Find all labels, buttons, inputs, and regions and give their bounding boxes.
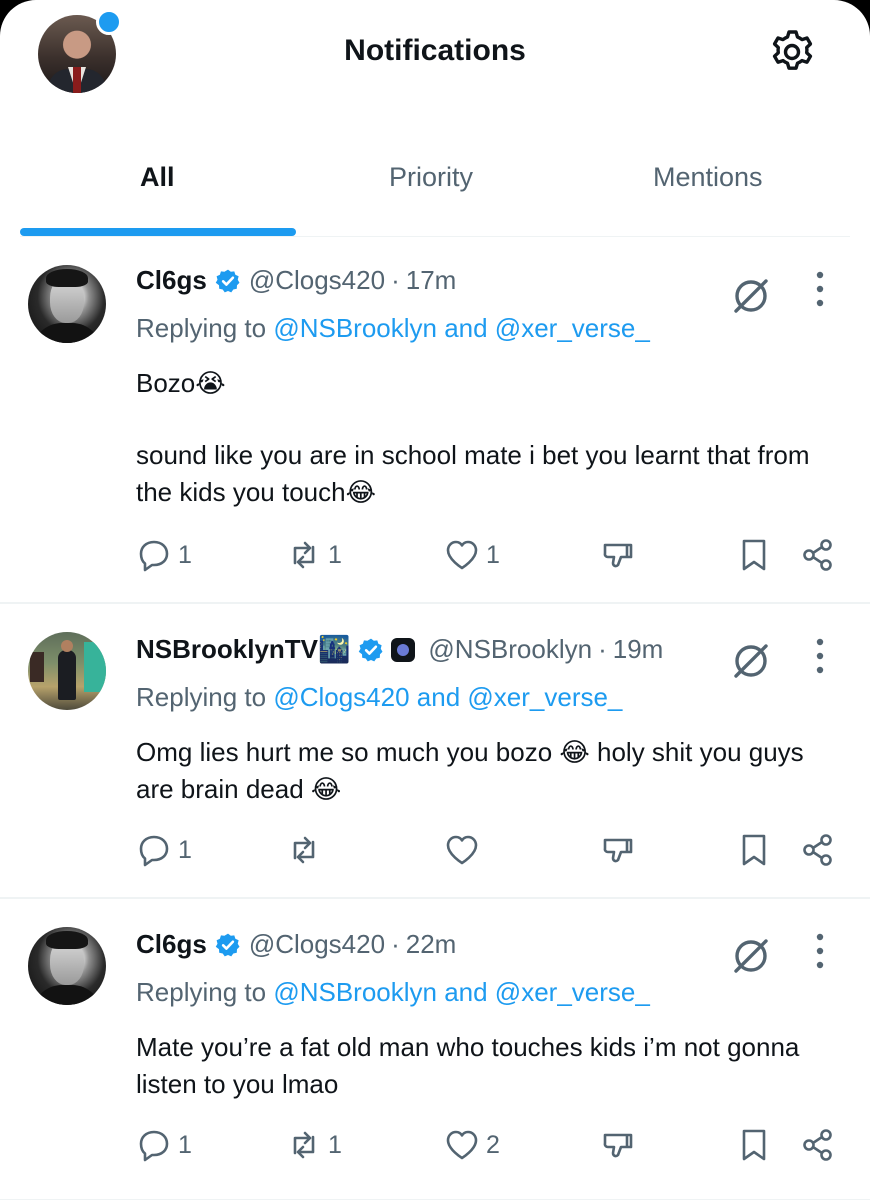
replying-to: Replying to @Clogs420 and @xer_verse_ (136, 682, 623, 712)
page-title: Notifications (344, 34, 526, 67)
verified-badge-icon (359, 638, 383, 661)
timestamp: 19m (612, 634, 664, 664)
downvote-button[interactable] (600, 537, 636, 573)
thumbs-down-icon (603, 1133, 633, 1158)
like-button[interactable]: 2 (444, 1127, 500, 1163)
post-header: NSBrooklynTV🌃 @NSBrooklyn · 19m (136, 634, 663, 665)
reply-button[interactable]: 1 (136, 832, 192, 868)
reply-count: 1 (178, 835, 192, 864)
action-bar: 1 1 1 (136, 537, 842, 577)
downvote-button[interactable] (600, 832, 636, 868)
thumbs-down-icon (603, 838, 633, 863)
reply-icon (139, 835, 169, 867)
handle: @NSBrooklyn (428, 634, 593, 664)
bookmark-icon (742, 1129, 766, 1161)
tab-mentions[interactable]: Mentions (653, 162, 763, 193)
separator: · (391, 929, 400, 959)
bookmark-button[interactable] (736, 1127, 772, 1163)
like-button[interactable] (444, 832, 486, 868)
bookmark-icon (742, 834, 766, 866)
reply-count: 1 (178, 1130, 192, 1159)
grok-icon[interactable] (728, 933, 774, 979)
repost-button[interactable] (286, 832, 328, 868)
repost-count: 1 (328, 540, 342, 569)
share-button[interactable] (800, 832, 836, 868)
post-header: Cl6gs @Clogs420 · 17m (136, 265, 456, 296)
repost-button[interactable]: 1 (286, 1127, 342, 1163)
replying-to-link[interactable]: @NSBrooklyn and @xer_verse_ (273, 313, 650, 343)
post[interactable]: NSBrooklynTV🌃 @NSBrooklyn · 19m Replying… (0, 604, 870, 899)
action-bar: 1 (136, 832, 842, 872)
grok-icon[interactable] (728, 638, 774, 684)
verified-badge-icon (215, 933, 240, 956)
post-text: Mate you’re a fat old man who touches ki… (136, 1032, 800, 1099)
avatar[interactable] (28, 927, 106, 1005)
like-count: 1 (486, 540, 500, 569)
handle: @Clogs420 (248, 929, 386, 959)
active-tab-indicator (20, 228, 296, 236)
replying-to-link[interactable]: @NSBrooklyn and @xer_verse_ (273, 977, 650, 1007)
settings-gear-icon[interactable] (768, 28, 816, 76)
notifications-screen: Notifications All Priority Mentions Cl6g… (0, 0, 870, 1200)
reply-button[interactable]: 1 (136, 537, 192, 573)
heart-icon (446, 1130, 478, 1160)
timestamp: 22m (405, 929, 457, 959)
grok-icon[interactable] (728, 273, 774, 319)
display-name[interactable]: NSBrooklynTV🌃 (136, 634, 350, 665)
reply-icon (139, 540, 169, 572)
separator: · (598, 634, 607, 664)
heart-icon (446, 540, 478, 570)
share-icon (803, 834, 832, 866)
bookmark-icon (742, 539, 766, 571)
post[interactable]: Cl6gs @Clogs420 · 17m Replying to @NSBro… (0, 237, 870, 604)
timestamp: 17m (405, 265, 457, 295)
post-text: sound like you are in school mate i bet … (136, 440, 810, 507)
more-options-icon[interactable] (814, 636, 826, 676)
more-options-icon[interactable] (814, 931, 826, 971)
share-icon (803, 539, 832, 571)
more-options-icon[interactable] (814, 269, 826, 309)
heart-icon (446, 835, 478, 865)
like-button[interactable]: 1 (444, 537, 500, 573)
tab-bar: All Priority Mentions (20, 110, 850, 237)
avatar[interactable] (28, 632, 106, 710)
repost-count: 1 (328, 1130, 342, 1159)
unread-dot (96, 9, 122, 35)
repost-icon (293, 836, 315, 864)
avatar[interactable] (28, 265, 106, 343)
tab-priority[interactable]: Priority (389, 162, 473, 193)
like-count: 2 (486, 1130, 500, 1159)
post-header: Cl6gs @Clogs420 · 22m (136, 929, 456, 960)
replying-to: Replying to @NSBrooklyn and @xer_verse_ (136, 313, 650, 343)
share-icon (803, 1129, 832, 1161)
handle: @Clogs420 (248, 265, 386, 295)
reply-button[interactable]: 1 (136, 1127, 192, 1163)
bookmark-button[interactable] (736, 832, 772, 868)
reply-icon (139, 1130, 169, 1162)
action-bar: 1 1 2 (136, 1127, 842, 1167)
repost-icon (293, 541, 315, 569)
reply-count: 1 (178, 540, 192, 569)
header: Notifications (0, 0, 870, 110)
post[interactable]: Cl6gs @Clogs420 · 22m Replying to @NSBro… (0, 899, 870, 1200)
post-text: Omg lies hurt me so much you bozo 😂 holy… (136, 737, 804, 804)
bookmark-button[interactable] (736, 537, 772, 573)
repost-button[interactable]: 1 (286, 537, 342, 573)
display-name[interactable]: Cl6gs (136, 265, 207, 296)
separator: · (391, 265, 400, 295)
replying-to-link[interactable]: @Clogs420 and @xer_verse_ (273, 682, 622, 712)
share-button[interactable] (800, 1127, 836, 1163)
downvote-button[interactable] (600, 1127, 636, 1163)
share-button[interactable] (800, 537, 836, 573)
post-text: Bozo😭 (136, 368, 226, 398)
display-name[interactable]: Cl6gs (136, 929, 207, 960)
replying-to: Replying to @NSBrooklyn and @xer_verse_ (136, 977, 650, 1007)
tab-all[interactable]: All (140, 162, 175, 193)
repost-icon (293, 1131, 315, 1159)
thumbs-down-icon (603, 543, 633, 568)
verified-badge-icon (215, 269, 240, 292)
affiliate-badge-icon (391, 637, 416, 662)
